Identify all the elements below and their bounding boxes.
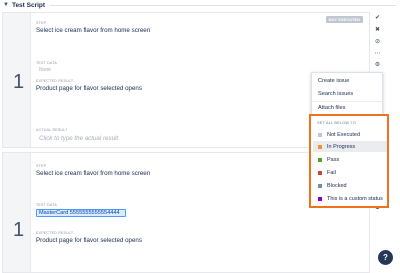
cancel-circle-icon[interactable]: ⊘ [373, 37, 382, 46]
status-option-label: Not Executed [327, 131, 361, 138]
section-title: Test Script [11, 1, 46, 9]
expected-result-value[interactable]: Product page for flavor selected opens [36, 237, 142, 244]
step-value[interactable]: Select ice cream flavor from home screen [36, 170, 150, 177]
status-option-label: Blocked [327, 182, 347, 189]
step-label: STEP [36, 164, 47, 168]
status-swatch [318, 144, 322, 149]
test-data-value[interactable]: None [39, 67, 51, 73]
status-option-in-progress[interactable]: In Progress [313, 141, 387, 152]
menu-divider [312, 101, 382, 102]
status-option-label: This is a custom status [327, 195, 383, 202]
status-swatch [318, 183, 322, 188]
step-value[interactable]: Select ice cream flavor from home screen [36, 27, 150, 34]
settings-icon[interactable]: ⚙ [373, 60, 382, 69]
expected-result-label: EXPECTED RESULT [36, 231, 74, 235]
status-option-blocked[interactable]: Blocked [313, 180, 387, 191]
status-swatch [318, 170, 322, 175]
status-swatch [318, 196, 322, 201]
actual-result-label: ACTUAL RESULT [36, 128, 68, 132]
chevron-down-icon[interactable]: ▼ [3, 2, 9, 8]
menu-item-search-issues[interactable]: Search issues [318, 91, 353, 97]
status-badge[interactable]: NOT EXECUTED [325, 16, 363, 23]
status-option-pass[interactable]: Pass [313, 154, 387, 165]
status-swatch [318, 157, 322, 162]
help-icon[interactable]: ? [378, 250, 393, 265]
step-label: STEP [36, 21, 47, 25]
status-option-not-executed[interactable]: Not Executed [313, 129, 387, 140]
more-icon[interactable]: ⋯ [373, 49, 382, 58]
close-icon[interactable]: ✖ [373, 25, 382, 34]
menu-item-create-issue[interactable]: Create issue [318, 78, 349, 84]
status-option-label: Pass [327, 156, 340, 163]
test-data-label: TEST DATA [36, 203, 57, 207]
test-data-label: TEST DATA [36, 61, 57, 65]
expected-result-label: EXPECTED RESULT [36, 79, 74, 83]
drag-gutter[interactable] [3, 153, 31, 272]
actual-result-input[interactable]: Click to type the actual result [39, 135, 118, 142]
expected-result-value[interactable]: Product page for flavor selected opens [36, 85, 142, 92]
status-option-fail[interactable]: Fail [313, 167, 387, 178]
status-swatch [318, 132, 322, 137]
step-context-menu: Create issue Search issues Attach files [311, 72, 383, 115]
check-icon[interactable]: ✔ [373, 13, 382, 22]
status-option-label: Fail [327, 169, 336, 176]
set-all-status-menu: SET ALL BELOW TO Not Executed In Progres… [309, 114, 389, 208]
section-header[interactable]: ▼ Test Script [0, 0, 400, 10]
menu-item-attach-files[interactable]: Attach files [318, 105, 345, 111]
status-option-label: In Progress [327, 143, 356, 150]
status-menu-header: SET ALL BELOW TO [317, 121, 356, 125]
section-divider [50, 4, 396, 6]
test-data-field[interactable]: MasterCard 5555555555554444 [36, 209, 126, 217]
step-number: 1 [13, 219, 25, 241]
status-option-custom[interactable]: This is a custom status [313, 193, 387, 204]
step-number: 1 [13, 71, 25, 93]
